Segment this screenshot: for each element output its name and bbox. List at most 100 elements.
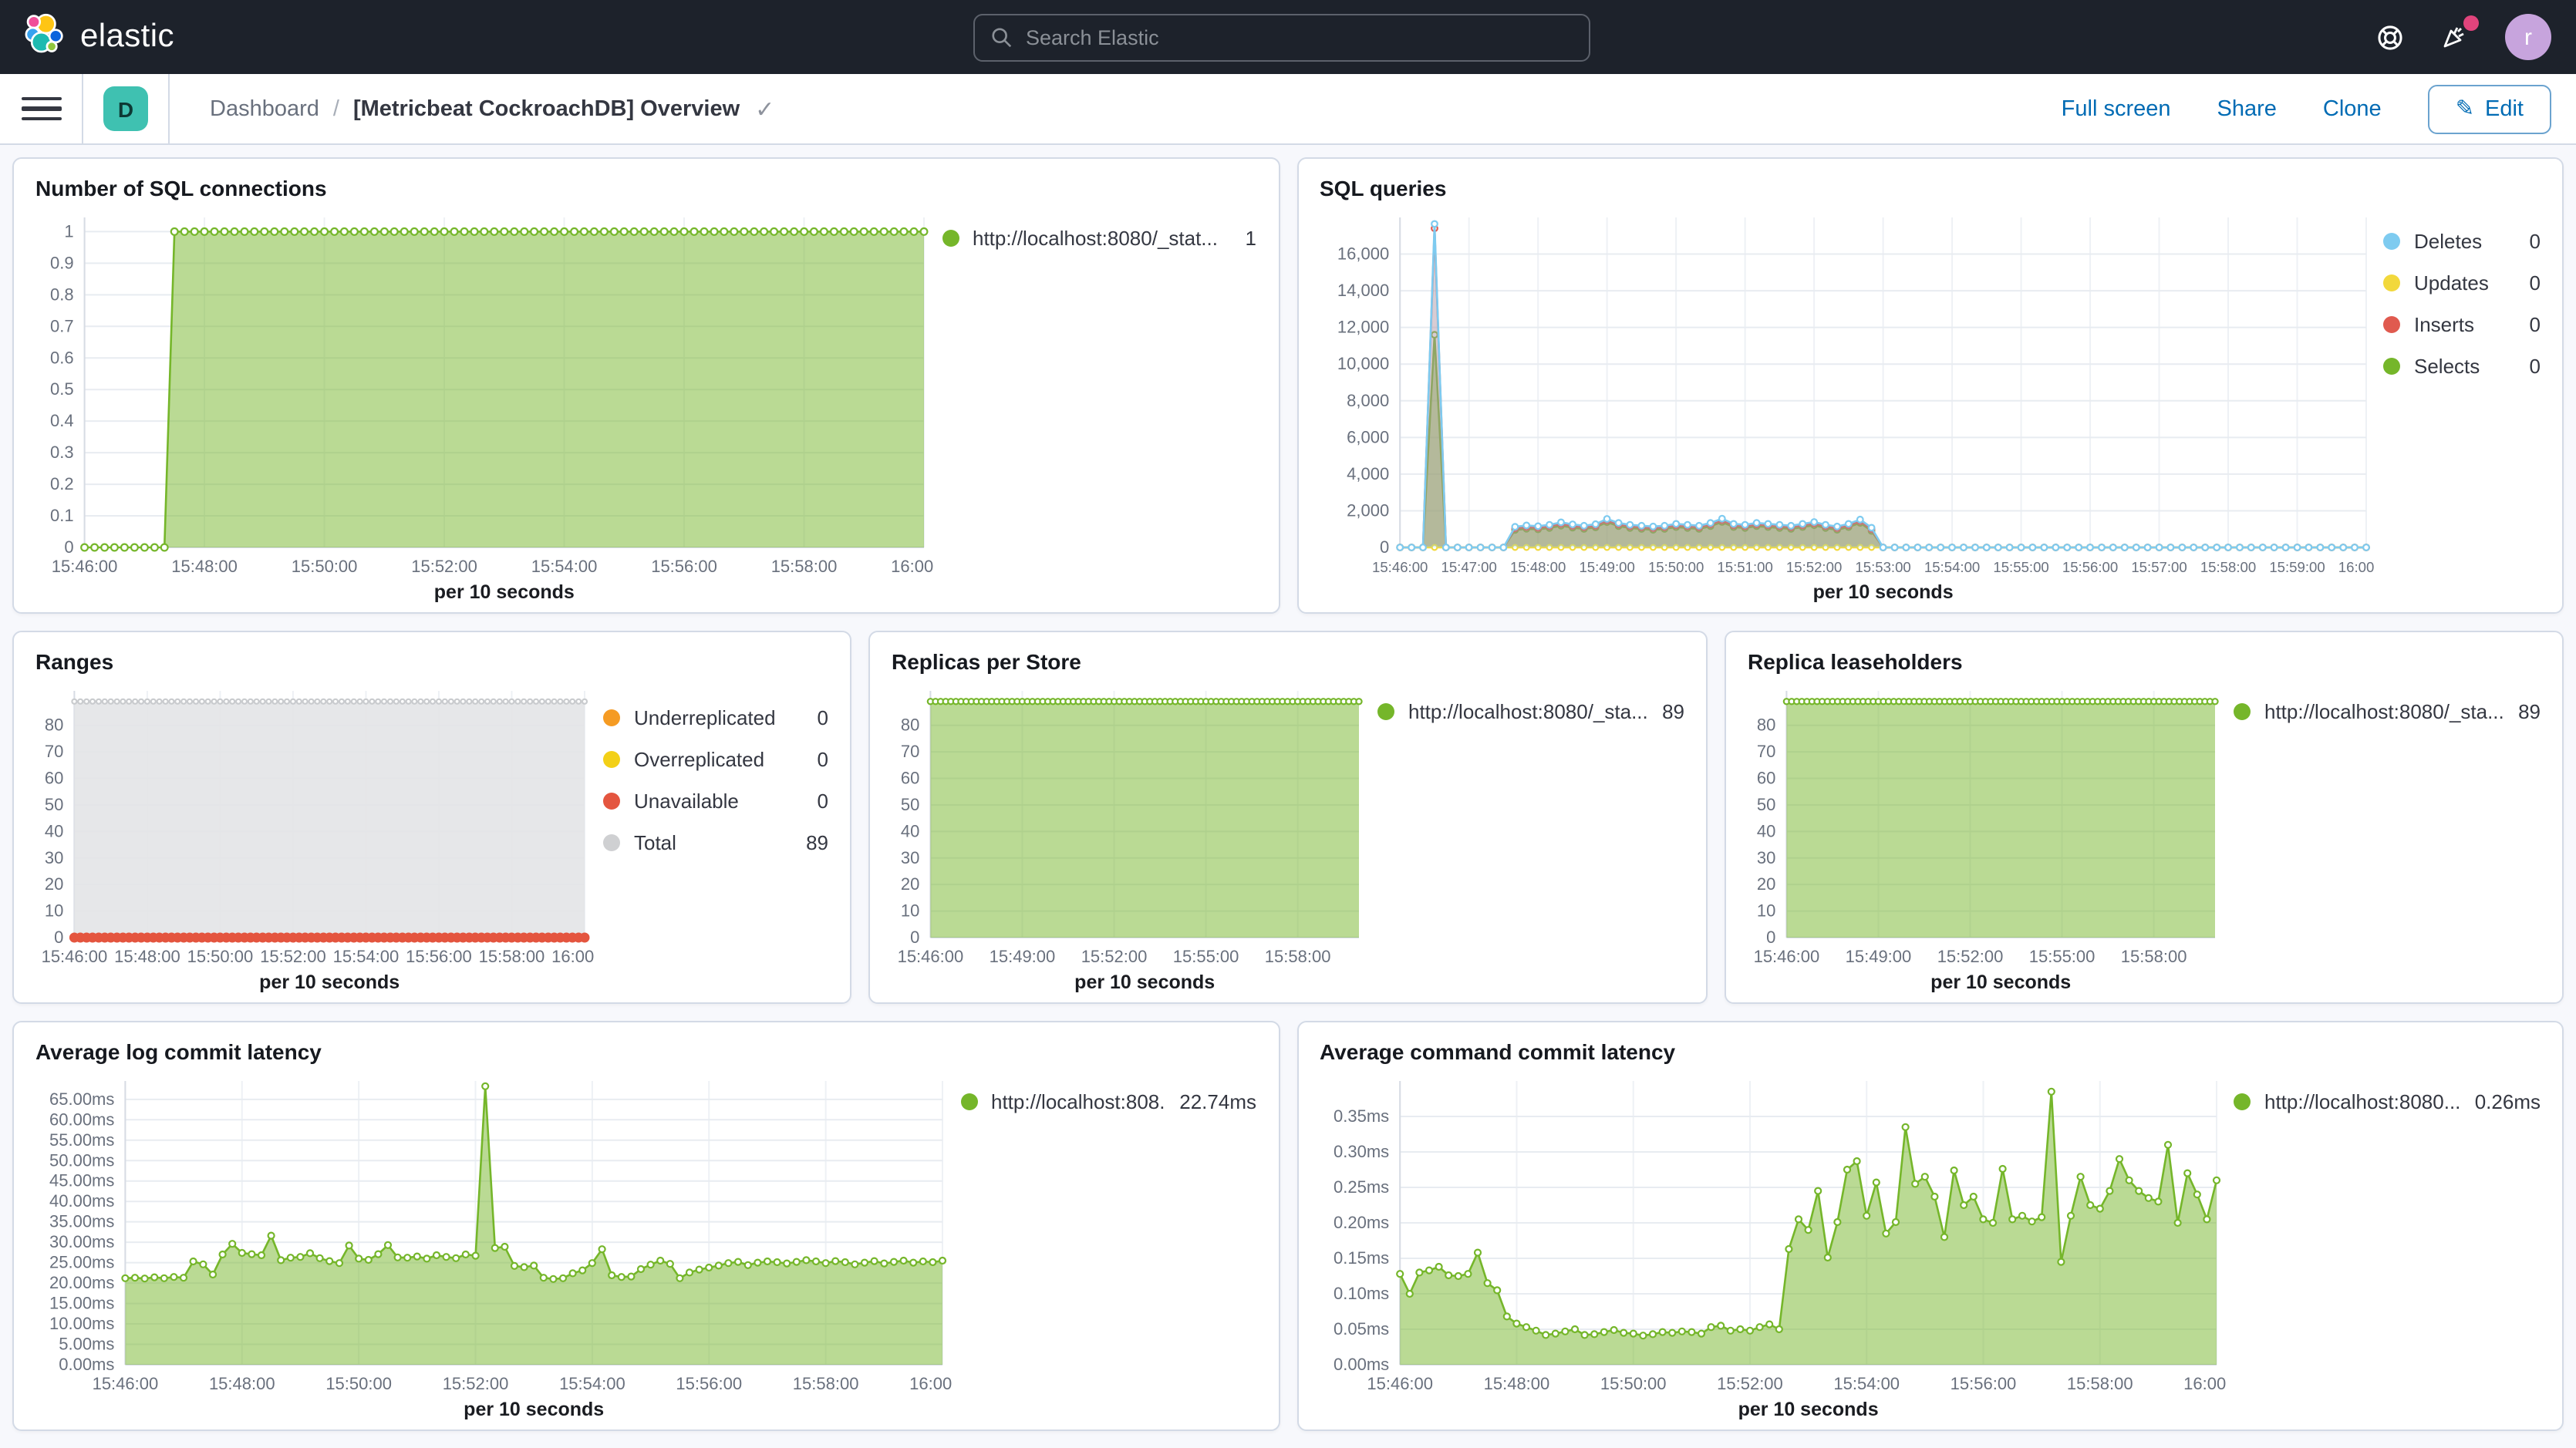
chart-legend: http://localhost:808...22.74ms: [951, 1069, 1256, 1423]
svg-text:1: 1: [64, 221, 73, 241]
chart-legend: Underreplicated0 Overreplicated0 Unavailab…: [594, 679, 828, 996]
svg-text:15:56:00: 15:56:00: [406, 947, 472, 966]
svg-text:20: 20: [45, 874, 63, 894]
full-screen-link[interactable]: Full screen: [2062, 96, 2171, 121]
panel-title: SQL queries: [1320, 176, 2541, 200]
global-search[interactable]: [973, 14, 1590, 62]
svg-text:8,000: 8,000: [1346, 391, 1388, 410]
legend-item[interactable]: Inserts0: [2383, 313, 2541, 336]
panel-title: Average command commit latency: [1320, 1039, 2541, 1064]
brand[interactable]: elastic: [25, 12, 174, 62]
svg-text:35.00ms: 35.00ms: [49, 1212, 114, 1231]
svg-text:50: 50: [901, 795, 919, 814]
legend-item[interactable]: Selects0: [2383, 355, 2541, 378]
legend-dot-icon: [942, 230, 959, 247]
svg-text:30.00ms: 30.00ms: [49, 1232, 114, 1251]
svg-text:15:56:00: 15:56:00: [676, 1374, 742, 1393]
menu-icon[interactable]: [22, 92, 62, 126]
search-icon: [990, 26, 1013, 49]
svg-text:30: 30: [1757, 848, 1775, 867]
ranges-chart[interactable]: 0102030405060708015:46:0015:48:0015:50:0…: [35, 679, 594, 996]
legend-dot-icon: [2383, 274, 2400, 291]
legend-value: 22.74ms: [1179, 1090, 1256, 1113]
search-input[interactable]: [1026, 26, 1573, 49]
svg-text:0.15ms: 0.15ms: [1333, 1248, 1388, 1268]
svg-text:15:54:00: 15:54:00: [559, 1374, 625, 1393]
svg-text:15:50:00: 15:50:00: [1600, 1374, 1666, 1393]
replicas-per-store-chart[interactable]: 0102030405060708015:46:0015:49:0015:52:0…: [892, 679, 1368, 996]
chart-legend: http://localhost:8080/_stat...1: [932, 205, 1256, 606]
command-commit-latency-chart[interactable]: 0.00ms0.05ms0.10ms0.15ms0.20ms0.25ms0.30…: [1320, 1069, 2224, 1423]
svg-text:15:52:00: 15:52:00: [443, 1374, 509, 1393]
svg-text:40: 40: [45, 821, 63, 840]
legend-dot-icon: [2234, 1093, 2251, 1110]
clone-link[interactable]: Clone: [2323, 96, 2382, 121]
legend-item[interactable]: Deletes0: [2383, 230, 2541, 253]
svg-text:15:48:00: 15:48:00: [1509, 559, 1565, 575]
pencil-icon: ✎: [2456, 96, 2474, 121]
user-avatar[interactable]: r: [2505, 14, 2551, 60]
legend-dot-icon: [603, 709, 620, 726]
svg-text:15:48:00: 15:48:00: [171, 557, 238, 576]
svg-text:15:48:00: 15:48:00: [209, 1374, 275, 1393]
svg-text:0.1: 0.1: [50, 506, 74, 525]
svg-text:15:48:00: 15:48:00: [114, 947, 180, 966]
svg-text:0.00ms: 0.00ms: [59, 1355, 114, 1374]
replica-leaseholders-chart[interactable]: 0102030405060708015:46:0015:49:0015:52:0…: [1748, 679, 2224, 996]
breadcrumb-dashboard[interactable]: Dashboard: [210, 96, 319, 121]
panel-log-commit-latency: Average log commit latency 0.00ms5.00ms1…: [12, 1021, 1280, 1431]
svg-text:15:54:00: 15:54:00: [333, 947, 400, 966]
svg-text:10,000: 10,000: [1337, 354, 1388, 373]
svg-text:15:58:00: 15:58:00: [793, 1374, 859, 1393]
legend-item[interactable]: http://localhost:8080/_stat...1: [942, 227, 1256, 250]
svg-text:60: 60: [901, 769, 919, 788]
svg-text:per 10 seconds: per 10 seconds: [259, 972, 400, 993]
legend-value: 1: [1246, 227, 1256, 250]
sql-queries-chart[interactable]: 02,0004,0006,0008,00010,00012,00014,0001…: [1320, 205, 2374, 606]
svg-text:15:49:00: 15:49:00: [1578, 559, 1634, 575]
svg-text:20: 20: [1757, 874, 1775, 894]
edit-button[interactable]: ✎ Edit: [2428, 84, 2551, 133]
breadcrumb: Dashboard / [Metricbeat CockroachDB] Ove…: [210, 95, 774, 123]
panel-title: Replicas per Store: [892, 649, 1684, 674]
space-badge[interactable]: D: [103, 86, 148, 131]
log-commit-latency-chart[interactable]: 0.00ms5.00ms10.00ms15.00ms20.00ms25.00ms…: [35, 1069, 951, 1423]
legend-item[interactable]: http://localhost:808...22.74ms: [960, 1090, 1256, 1113]
legend-item[interactable]: http://localhost:8080/_sta...89: [2234, 700, 2541, 723]
svg-text:0.3: 0.3: [50, 443, 74, 462]
svg-text:65.00ms: 65.00ms: [49, 1089, 114, 1109]
panel-replicas-per-store: Replicas per Store 0102030405060708015:4…: [868, 631, 1708, 1004]
legend-label: Selects: [2414, 355, 2514, 378]
svg-text:50: 50: [45, 795, 63, 814]
svg-text:0: 0: [1379, 537, 1388, 557]
legend-dot-icon: [2383, 233, 2400, 250]
legend-item[interactable]: http://localhost:8080/_sta...89: [1377, 700, 1684, 723]
svg-text:10: 10: [45, 901, 63, 921]
svg-text:15:58:00: 15:58:00: [2200, 559, 2255, 575]
svg-text:15:46:00: 15:46:00: [52, 557, 118, 576]
svg-text:15:52:00: 15:52:00: [411, 557, 477, 576]
svg-text:15:50:00: 15:50:00: [325, 1374, 392, 1393]
sql-connections-chart[interactable]: 00.10.20.30.40.50.60.70.80.9115:46:0015:…: [35, 205, 932, 606]
chart-legend: Deletes0 Updates0 Inserts0 Selects0: [2374, 205, 2541, 606]
legend-item[interactable]: Total89: [603, 831, 828, 854]
legend-item[interactable]: Updates0: [2383, 271, 2541, 295]
legend-item[interactable]: http://localhost:8080...0.26ms: [2234, 1090, 2541, 1113]
svg-text:20.00ms: 20.00ms: [49, 1273, 114, 1292]
svg-text:6,000: 6,000: [1346, 427, 1388, 446]
svg-text:15:48:00: 15:48:00: [1483, 1374, 1549, 1393]
legend-value: 0: [818, 748, 828, 771]
legend-value: 89: [806, 831, 828, 854]
legend-item[interactable]: Underreplicated0: [603, 706, 828, 729]
svg-text:15:54:00: 15:54:00: [1924, 559, 1979, 575]
svg-text:50: 50: [1757, 795, 1775, 814]
legend-item[interactable]: Overreplicated0: [603, 748, 828, 771]
legend-label: http://localhost:8080/_sta...: [1408, 700, 1647, 723]
legend-item[interactable]: Unavailable0: [603, 790, 828, 813]
share-link[interactable]: Share: [2217, 96, 2277, 121]
svg-text:per 10 seconds: per 10 seconds: [464, 1399, 604, 1420]
news-icon[interactable]: [2439, 20, 2473, 54]
svg-text:15:51:00: 15:51:00: [1716, 559, 1772, 575]
help-icon[interactable]: [2372, 20, 2406, 54]
svg-text:15:46:00: 15:46:00: [42, 947, 108, 966]
